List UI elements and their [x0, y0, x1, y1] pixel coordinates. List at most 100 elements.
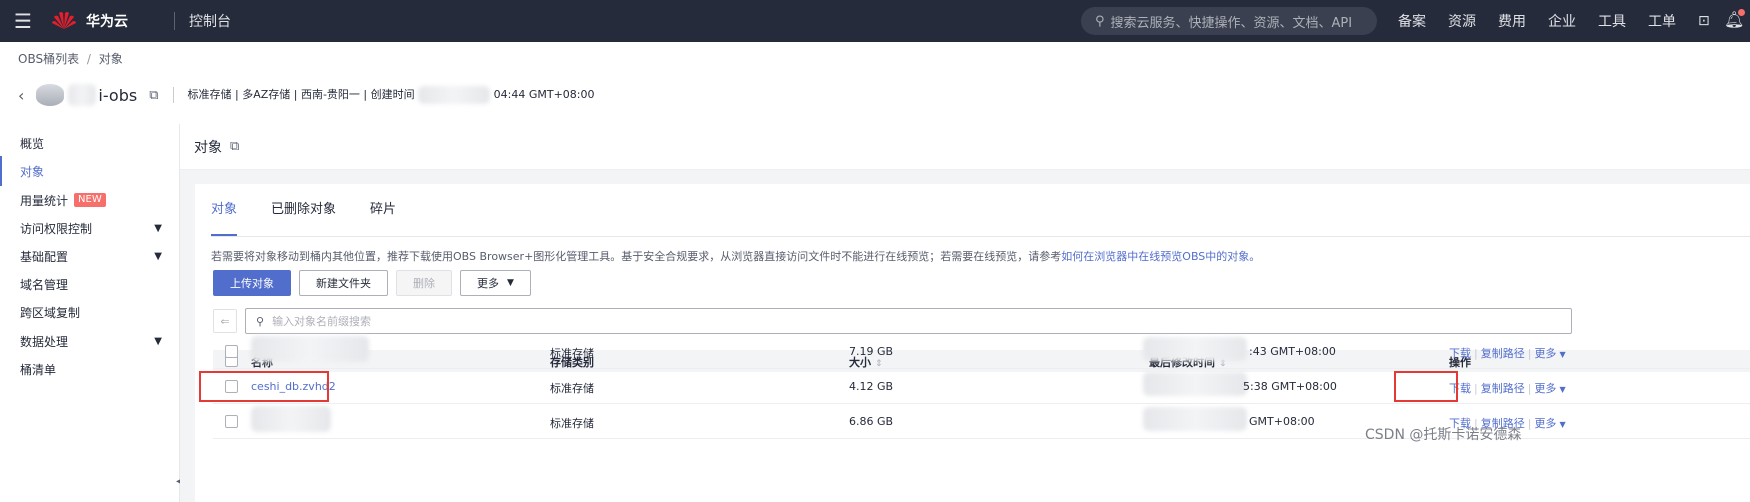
more-button-label: 更多	[477, 277, 499, 290]
sidebar-item-label: 概览	[20, 136, 45, 151]
storage-class-cell: 标准存储	[550, 417, 594, 430]
redacted-object-name[interactable]	[251, 406, 331, 432]
sidebar-item-domain[interactable]: 域名管理	[0, 269, 180, 299]
top-links: 备案 资源 费用 企业 工具 工单 ⊡	[1398, 0, 1732, 42]
notice-text: 若需要将对象移动到桶内其他位置，推荐下载使用OBS Browser+图形化管理工…	[211, 248, 1260, 264]
global-search-input[interactable]: ⚲ 搜索云服务、快捷操作、资源、文档、API	[1081, 7, 1377, 35]
table-row: 标准存储 7.19 GB :43 GMT+08:00 下载 | 复制路径 | 更多 ▼	[213, 334, 1750, 369]
delete-button[interactable]: 删除	[396, 270, 452, 296]
tab-fragments[interactable]: 碎片	[370, 198, 396, 226]
top-link-tickets[interactable]: 工单	[1648, 11, 1676, 31]
notice-link[interactable]: 如何在浏览器中在线预览OBS中的对象。	[1061, 250, 1260, 263]
copy-icon[interactable]: ⧉	[149, 88, 158, 103]
caret-down-icon: ▼	[507, 278, 514, 288]
search-icon: ⚲	[256, 314, 265, 328]
copy-icon[interactable]: ⧉	[230, 139, 239, 154]
tab-objects[interactable]: 对象	[211, 198, 238, 236]
notice-body: 若需要将对象移动到桶内其他位置，推荐下载使用OBS Browser+图形化管理工…	[211, 250, 1062, 263]
redacted-bucket-name	[68, 84, 97, 106]
sidebar-item-label: 域名管理	[20, 277, 69, 292]
sidebar-item-label: 数据处理	[20, 334, 69, 349]
divider	[174, 12, 175, 30]
search-icon: ⚲	[1095, 13, 1105, 29]
page-title: 对象	[194, 139, 222, 156]
top-link-resources[interactable]: 资源	[1448, 11, 1476, 31]
redacted-object-name[interactable]	[251, 336, 369, 362]
highlight-box-download	[1394, 371, 1458, 402]
back-icon[interactable]: ‹	[18, 86, 24, 105]
row-checkbox[interactable]	[225, 415, 238, 428]
sidebar-item-label: 对象	[20, 164, 45, 179]
new-folder-button[interactable]: 新建文件夹	[299, 270, 388, 296]
caret-down-icon: ▼	[1559, 420, 1566, 429]
copy-path-link[interactable]: 复制路径	[1481, 347, 1525, 360]
new-folder-button-label: 新建文件夹	[316, 277, 371, 290]
redacted-time	[1143, 407, 1247, 431]
sidebar-item-overview[interactable]: 概览	[0, 128, 180, 158]
more-button[interactable]: 更多 ▼	[460, 270, 531, 296]
sidebar-item-inventory[interactable]: 桶清单	[0, 354, 180, 384]
caret-down-icon: ▼	[1559, 350, 1566, 359]
object-search-input[interactable]: ⚲ 输入对象名前缀搜索	[245, 308, 1572, 334]
divider: |	[1527, 417, 1532, 430]
object-search-placeholder: 输入对象名前缀搜索	[272, 315, 372, 328]
sidebar: 概览 对象 用量统计 NEW 访问权限控制 ▼ 基础配置 ▼ 域名管理 跨区域复制 数…	[0, 124, 180, 502]
upload-button[interactable]: 上传对象	[213, 270, 291, 296]
breadcrumb-bucket-list[interactable]: OBS桶列表	[18, 52, 79, 66]
top-link-beian[interactable]: 备案	[1398, 11, 1426, 31]
sidebar-item-label: 跨区域复制	[20, 305, 81, 320]
bucket-meta: 标准存储 | 多AZ存储 | 西南-贵阳一 | 创建时间 04:44 GMT+0…	[188, 86, 595, 104]
divider: |	[1527, 347, 1532, 360]
tab-deleted-objects[interactable]: 已删除对象	[271, 198, 336, 226]
breadcrumb: OBS桶列表 / 对象	[18, 50, 123, 67]
row-checkbox[interactable]	[225, 345, 238, 358]
huawei-cloud-logo[interactable]: 华为云	[50, 7, 160, 35]
divider	[172, 87, 174, 103]
caret-down-icon: ▼	[154, 335, 162, 347]
sidebar-item-usage[interactable]: 用量统计 NEW	[0, 185, 180, 215]
redacted-created-time	[418, 86, 491, 104]
search-row: ⇐ ⚲ 输入对象名前缀搜索	[213, 308, 1572, 334]
menu-icon[interactable]: ☰	[0, 0, 46, 42]
top-link-tools[interactable]: 工具	[1598, 11, 1626, 31]
objects-panel: 对象 已删除对象 碎片 若需要将对象移动到桶内其他位置，推荐下载使用OBS Br…	[195, 184, 1750, 502]
storage-class-cell: 标准存储	[550, 382, 594, 395]
top-link-enterprise[interactable]: 企业	[1548, 11, 1576, 31]
top-link-billing[interactable]: 费用	[1498, 11, 1526, 31]
terminal-icon[interactable]: ⊡	[1698, 13, 1710, 29]
main-header: 对象 ⧉	[180, 124, 1750, 170]
bucket-name: i-obs	[98, 85, 138, 105]
highlight-box-object-name	[199, 371, 329, 402]
redacted-time	[1143, 337, 1247, 361]
sidebar-item-basic-config[interactable]: 基础配置 ▼	[0, 241, 180, 271]
delete-button-label: 删除	[413, 277, 435, 290]
breadcrumb-separator: /	[86, 52, 91, 66]
modified-cell: :43 GMT+08:00	[1249, 345, 1336, 358]
logo-text: 华为云	[86, 14, 128, 30]
sidebar-item-replication[interactable]: 跨区域复制	[0, 297, 180, 327]
modified-cell: 5:38 GMT+08:00	[1243, 380, 1337, 393]
back-arrow-icon[interactable]: ⇐	[213, 309, 237, 333]
copy-path-link[interactable]: 复制路径	[1481, 382, 1525, 395]
global-search-placeholder: 搜索云服务、快捷操作、资源、文档、API	[1110, 15, 1353, 31]
download-link[interactable]: 下载	[1449, 347, 1471, 360]
ops-cell: 下载 | 复制路径 | 更多 ▼	[1449, 345, 1566, 361]
caret-down-icon: ▼	[154, 250, 162, 262]
more-link[interactable]: 更多	[1534, 347, 1556, 360]
sidebar-item-access-control[interactable]: 访问权限控制 ▼	[0, 213, 180, 243]
upload-button-label: 上传对象	[230, 277, 274, 290]
caret-down-icon: ▼	[1559, 385, 1566, 394]
bucket-icon	[36, 84, 65, 106]
breadcrumb-current: 对象	[98, 52, 123, 66]
sidebar-item-data-processing[interactable]: 数据处理 ▼	[0, 326, 180, 356]
size-cell: 7.19 GB	[849, 345, 894, 358]
console-link[interactable]: 控制台	[189, 11, 231, 31]
storage-class-cell: 标准存储	[550, 347, 594, 360]
bucket-meta-prefix: 标准存储 | 多AZ存储 | 西南-贵阳一 | 创建时间	[187, 88, 415, 101]
more-link[interactable]: 更多	[1534, 417, 1556, 430]
size-cell: 4.12 GB	[849, 380, 894, 393]
sidebar-item-objects[interactable]: 对象	[0, 156, 180, 186]
more-link[interactable]: 更多	[1534, 382, 1556, 395]
huawei-logo-icon	[50, 7, 78, 35]
toolbar: 上传对象 新建文件夹 删除 更多 ▼	[213, 270, 531, 296]
